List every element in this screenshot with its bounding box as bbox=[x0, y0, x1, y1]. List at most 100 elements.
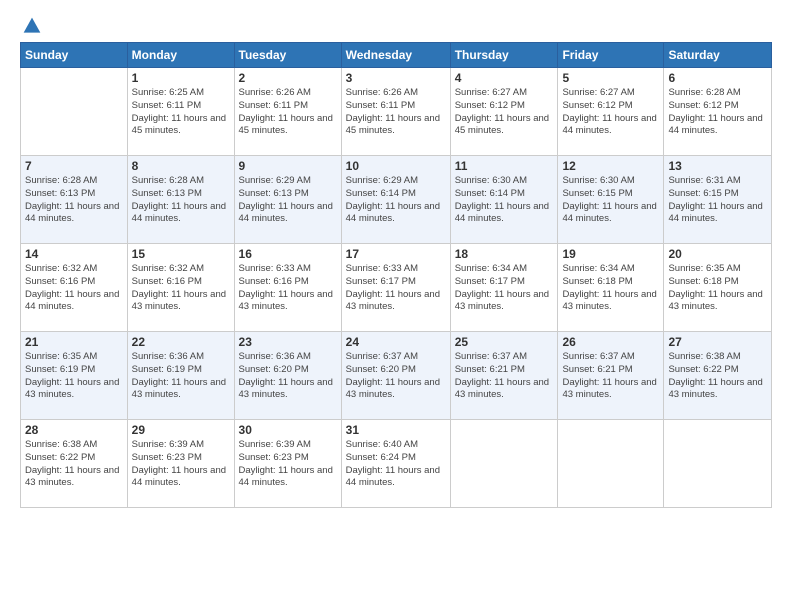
day-info: Sunrise: 6:39 AM Sunset: 6:23 PM Dayligh… bbox=[239, 439, 337, 490]
day-number: 9 bbox=[239, 159, 337, 173]
day-number: 20 bbox=[668, 247, 767, 261]
calendar-cell: 16 Sunrise: 6:33 AM Sunset: 6:16 PM Dayli… bbox=[234, 244, 341, 332]
day-number: 11 bbox=[455, 159, 554, 173]
day-number: 2 bbox=[239, 71, 337, 85]
day-number: 23 bbox=[239, 335, 337, 349]
day-info: Sunrise: 6:36 AM Sunset: 6:19 PM Dayligh… bbox=[132, 351, 230, 402]
day-info: Sunrise: 6:28 AM Sunset: 6:12 PM Dayligh… bbox=[668, 87, 767, 138]
day-info: Sunrise: 6:29 AM Sunset: 6:13 PM Dayligh… bbox=[239, 175, 337, 226]
calendar-cell bbox=[450, 420, 558, 508]
col-header-wednesday: Wednesday bbox=[341, 43, 450, 68]
calendar-cell bbox=[558, 420, 664, 508]
day-number: 21 bbox=[25, 335, 123, 349]
col-header-sunday: Sunday bbox=[21, 43, 128, 68]
day-number: 8 bbox=[132, 159, 230, 173]
day-info: Sunrise: 6:32 AM Sunset: 6:16 PM Dayligh… bbox=[132, 263, 230, 314]
day-number: 16 bbox=[239, 247, 337, 261]
calendar-cell: 6 Sunrise: 6:28 AM Sunset: 6:12 PM Daylig… bbox=[664, 68, 772, 156]
day-info: Sunrise: 6:36 AM Sunset: 6:20 PM Dayligh… bbox=[239, 351, 337, 402]
day-number: 25 bbox=[455, 335, 554, 349]
calendar-cell: 5 Sunrise: 6:27 AM Sunset: 6:12 PM Daylig… bbox=[558, 68, 664, 156]
col-header-thursday: Thursday bbox=[450, 43, 558, 68]
day-info: Sunrise: 6:39 AM Sunset: 6:23 PM Dayligh… bbox=[132, 439, 230, 490]
day-info: Sunrise: 6:35 AM Sunset: 6:18 PM Dayligh… bbox=[668, 263, 767, 314]
day-info: Sunrise: 6:35 AM Sunset: 6:19 PM Dayligh… bbox=[25, 351, 123, 402]
day-info: Sunrise: 6:38 AM Sunset: 6:22 PM Dayligh… bbox=[668, 351, 767, 402]
calendar-cell: 12 Sunrise: 6:30 AM Sunset: 6:15 PM Dayli… bbox=[558, 156, 664, 244]
day-number: 31 bbox=[346, 423, 446, 437]
day-info: Sunrise: 6:25 AM Sunset: 6:11 PM Dayligh… bbox=[132, 87, 230, 138]
col-header-friday: Friday bbox=[558, 43, 664, 68]
calendar-cell: 13 Sunrise: 6:31 AM Sunset: 6:15 PM Dayli… bbox=[664, 156, 772, 244]
day-info: Sunrise: 6:27 AM Sunset: 6:12 PM Dayligh… bbox=[562, 87, 659, 138]
day-info: Sunrise: 6:37 AM Sunset: 6:21 PM Dayligh… bbox=[455, 351, 554, 402]
day-number: 5 bbox=[562, 71, 659, 85]
calendar-cell: 7 Sunrise: 6:28 AM Sunset: 6:13 PM Daylig… bbox=[21, 156, 128, 244]
logo-icon bbox=[22, 16, 42, 36]
day-info: Sunrise: 6:32 AM Sunset: 6:16 PM Dayligh… bbox=[25, 263, 123, 314]
day-number: 18 bbox=[455, 247, 554, 261]
day-number: 29 bbox=[132, 423, 230, 437]
day-number: 1 bbox=[132, 71, 230, 85]
calendar-cell: 25 Sunrise: 6:37 AM Sunset: 6:21 PM Dayli… bbox=[450, 332, 558, 420]
day-number: 30 bbox=[239, 423, 337, 437]
col-header-monday: Monday bbox=[127, 43, 234, 68]
day-info: Sunrise: 6:40 AM Sunset: 6:24 PM Dayligh… bbox=[346, 439, 446, 490]
calendar-cell: 1 Sunrise: 6:25 AM Sunset: 6:11 PM Daylig… bbox=[127, 68, 234, 156]
day-number: 6 bbox=[668, 71, 767, 85]
day-info: Sunrise: 6:31 AM Sunset: 6:15 PM Dayligh… bbox=[668, 175, 767, 226]
day-number: 24 bbox=[346, 335, 446, 349]
day-info: Sunrise: 6:34 AM Sunset: 6:18 PM Dayligh… bbox=[562, 263, 659, 314]
calendar-cell: 2 Sunrise: 6:26 AM Sunset: 6:11 PM Daylig… bbox=[234, 68, 341, 156]
day-number: 13 bbox=[668, 159, 767, 173]
day-number: 17 bbox=[346, 247, 446, 261]
calendar-cell: 19Sunrise: 6:34 AM Sunset: 6:18 PM Dayli… bbox=[558, 244, 664, 332]
day-number: 10 bbox=[346, 159, 446, 173]
day-info: Sunrise: 6:30 AM Sunset: 6:15 PM Dayligh… bbox=[562, 175, 659, 226]
day-info: Sunrise: 6:37 AM Sunset: 6:20 PM Dayligh… bbox=[346, 351, 446, 402]
day-info: Sunrise: 6:34 AM Sunset: 6:17 PM Dayligh… bbox=[455, 263, 554, 314]
day-info: Sunrise: 6:26 AM Sunset: 6:11 PM Dayligh… bbox=[346, 87, 446, 138]
day-info: Sunrise: 6:27 AM Sunset: 6:12 PM Dayligh… bbox=[455, 87, 554, 138]
calendar-cell bbox=[664, 420, 772, 508]
calendar-cell: 8 Sunrise: 6:28 AM Sunset: 6:13 PM Daylig… bbox=[127, 156, 234, 244]
day-number: 27 bbox=[668, 335, 767, 349]
calendar-cell: 22 Sunrise: 6:36 AM Sunset: 6:19 PM Dayli… bbox=[127, 332, 234, 420]
calendar-cell: 11 Sunrise: 6:30 AM Sunset: 6:14 PM Dayli… bbox=[450, 156, 558, 244]
day-info: Sunrise: 6:28 AM Sunset: 6:13 PM Dayligh… bbox=[132, 175, 230, 226]
calendar-cell: 17 Sunrise: 6:33 AM Sunset: 6:17 PM Dayli… bbox=[341, 244, 450, 332]
day-number: 14 bbox=[25, 247, 123, 261]
calendar-cell: 4Sunrise: 6:27 AM Sunset: 6:12 PM Daylig… bbox=[450, 68, 558, 156]
calendar-table: SundayMondayTuesdayWednesdayThursdayFrid… bbox=[20, 42, 772, 508]
header bbox=[20, 16, 772, 32]
day-info: Sunrise: 6:33 AM Sunset: 6:17 PM Dayligh… bbox=[346, 263, 446, 314]
calendar-cell: 27 Sunrise: 6:38 AM Sunset: 6:22 PM Dayli… bbox=[664, 332, 772, 420]
calendar-cell bbox=[21, 68, 128, 156]
calendar-cell: 29 Sunrise: 6:39 AM Sunset: 6:23 PM Dayli… bbox=[127, 420, 234, 508]
day-number: 7 bbox=[25, 159, 123, 173]
calendar-cell: 30 Sunrise: 6:39 AM Sunset: 6:23 PM Dayli… bbox=[234, 420, 341, 508]
col-header-tuesday: Tuesday bbox=[234, 43, 341, 68]
calendar-cell: 31 Sunrise: 6:40 AM Sunset: 6:24 PM Dayli… bbox=[341, 420, 450, 508]
day-number: 12 bbox=[562, 159, 659, 173]
col-header-saturday: Saturday bbox=[664, 43, 772, 68]
calendar-cell: 9 Sunrise: 6:29 AM Sunset: 6:13 PM Daylig… bbox=[234, 156, 341, 244]
day-info: Sunrise: 6:38 AM Sunset: 6:22 PM Dayligh… bbox=[25, 439, 123, 490]
calendar-cell: 10 Sunrise: 6:29 AM Sunset: 6:14 PM Dayli… bbox=[341, 156, 450, 244]
calendar-cell: 28Sunrise: 6:38 AM Sunset: 6:22 PM Dayli… bbox=[21, 420, 128, 508]
day-info: Sunrise: 6:33 AM Sunset: 6:16 PM Dayligh… bbox=[239, 263, 337, 314]
day-number: 15 bbox=[132, 247, 230, 261]
day-info: Sunrise: 6:26 AM Sunset: 6:11 PM Dayligh… bbox=[239, 87, 337, 138]
logo bbox=[20, 16, 43, 32]
day-number: 22 bbox=[132, 335, 230, 349]
calendar-cell: 23 Sunrise: 6:36 AM Sunset: 6:20 PM Dayli… bbox=[234, 332, 341, 420]
day-info: Sunrise: 6:30 AM Sunset: 6:14 PM Dayligh… bbox=[455, 175, 554, 226]
calendar-cell: 18 Sunrise: 6:34 AM Sunset: 6:17 PM Dayli… bbox=[450, 244, 558, 332]
calendar-cell: 14 Sunrise: 6:32 AM Sunset: 6:16 PM Dayli… bbox=[21, 244, 128, 332]
day-info: Sunrise: 6:37 AM Sunset: 6:21 PM Dayligh… bbox=[562, 351, 659, 402]
calendar-cell: 24 Sunrise: 6:37 AM Sunset: 6:20 PM Dayli… bbox=[341, 332, 450, 420]
day-info: Sunrise: 6:29 AM Sunset: 6:14 PM Dayligh… bbox=[346, 175, 446, 226]
day-info: Sunrise: 6:28 AM Sunset: 6:13 PM Dayligh… bbox=[25, 175, 123, 226]
day-number: 26 bbox=[562, 335, 659, 349]
calendar-cell: 21 Sunrise: 6:35 AM Sunset: 6:19 PM Dayli… bbox=[21, 332, 128, 420]
